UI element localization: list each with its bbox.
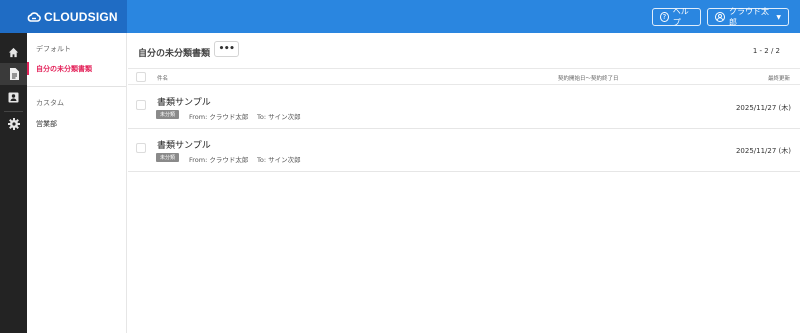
table-header: 件名 契約開始日〜契約終了日 最終更新 [128,68,800,85]
category-sidebar: デフォルト 自分の未分類書類 カスタム 営業部 [27,33,127,333]
rail-divider [4,111,23,112]
row-checkbox[interactable] [136,143,146,153]
column-period[interactable]: 契約開始日〜契約終了日 [558,74,619,82]
pagination-count: 1 - 2 / 2 [752,47,780,55]
more-options-button[interactable]: ••• [214,41,239,57]
logo[interactable]: CLOUDSIGN [0,0,127,33]
row-checkbox[interactable] [136,100,146,110]
rail-documents[interactable] [0,63,27,85]
document-title[interactable]: 書類サンプル [157,138,211,151]
document-icon [9,68,19,80]
sidebar-group-custom: カスタム [36,99,64,107]
caret-down-icon: ▼ [776,13,781,21]
document-list-panel: 自分の未分類書類 ••• 1 - 2 / 2 件名 契約開始日〜契約終了日 最終… [128,33,800,333]
sidebar-group-default: デフォルト [36,45,71,53]
sidebar-item-unclassified[interactable]: 自分の未分類書類 [36,64,92,74]
sender-text: From: クラウド太郎 [189,156,249,164]
sidebar-item-sales[interactable]: 営業部 [36,119,57,129]
updated-date: 2025/11/27 (木) [735,147,791,155]
app-window: CLOUDSIGN ? ヘルプ クラウド太郎 ▼ デフォルト 自分の未分類書類 … [0,0,800,333]
recipient-text: To: サイン次郎 [257,156,301,164]
top-header: CLOUDSIGN ? ヘルプ クラウド太郎 ▼ [0,0,800,33]
user-menu-button[interactable]: クラウド太郎 ▼ [707,7,789,27]
page-title: 自分の未分類書類 [138,49,211,59]
icon-rail [0,33,27,333]
updated-date: 2025/11/27 (木) [735,104,791,112]
cloud-logo-icon [27,11,41,22]
rail-home[interactable] [0,41,27,63]
status-badge: 未分類 [156,153,180,162]
home-icon [8,47,19,58]
contact-card-icon [8,92,19,103]
user-avatar-icon [715,12,725,22]
user-name-label: クラウド太郎 [729,7,769,27]
sender-text: From: クラウド太郎 [189,113,249,121]
active-indicator [27,62,29,75]
column-updated[interactable]: 最終更新 [768,74,790,82]
sidebar-divider [27,86,126,87]
table-row[interactable]: 書類サンプル 未分類 From: クラウド太郎 To: サイン次郎 2025/1… [128,129,800,172]
select-all-checkbox[interactable] [136,72,146,82]
help-label: ヘルプ [672,7,689,27]
column-name[interactable]: 件名 [157,74,168,82]
rail-contacts[interactable] [0,86,27,108]
document-title[interactable]: 書類サンプル [157,95,211,108]
recipient-text: To: サイン次郎 [257,113,301,121]
help-button[interactable]: ? ヘルプ [652,7,701,27]
rail-settings[interactable] [0,113,27,135]
logo-text: CLOUDSIGN [44,9,118,24]
gear-icon [7,118,20,130]
table-row[interactable]: 書類サンプル 未分類 From: クラウド太郎 To: サイン次郎 2025/1… [128,86,800,129]
question-icon: ? [660,12,669,22]
status-badge: 未分類 [156,110,180,119]
